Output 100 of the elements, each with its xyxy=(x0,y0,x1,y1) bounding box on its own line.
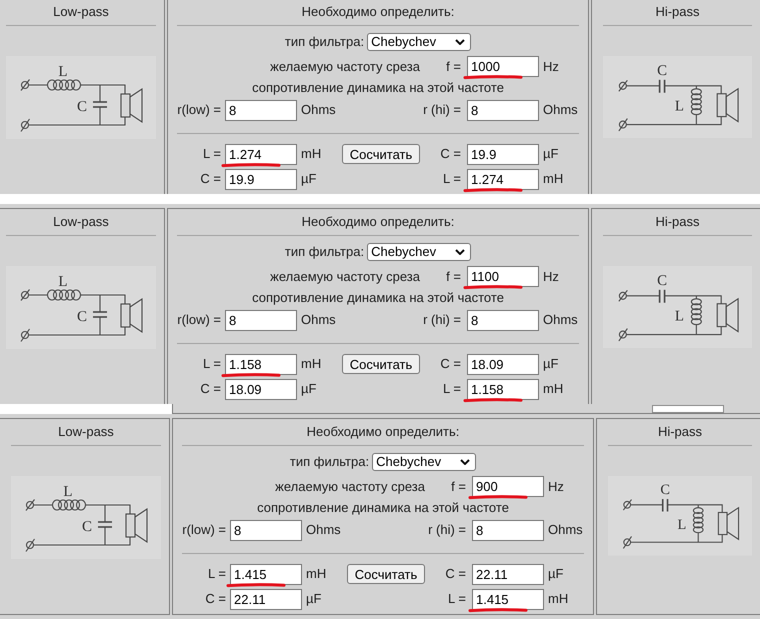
unit-label: µF xyxy=(548,566,564,582)
calculate-button[interactable]: Сосчитать xyxy=(342,354,420,374)
value-field[interactable]: 22.11 xyxy=(472,564,544,584)
field-label: r (hi) = xyxy=(423,102,461,118)
unit-label: mH xyxy=(543,171,564,187)
wire xyxy=(630,504,663,506)
unit-label: µF xyxy=(543,356,558,372)
filter-type-select[interactable]: Chebychev xyxy=(372,452,476,470)
value-field[interactable]: 18.09 xyxy=(225,378,297,400)
value-field[interactable]: 8 xyxy=(472,520,544,540)
calculate-button[interactable]: Сосчитать xyxy=(347,564,425,584)
speaker-icon xyxy=(120,298,143,334)
value-field[interactable]: 8 xyxy=(225,100,297,120)
value-field[interactable]: 19.9 xyxy=(225,168,297,190)
filter-type-select[interactable]: Chebychev xyxy=(367,242,472,260)
unit-label: Ohms xyxy=(306,522,341,538)
value-field[interactable]: 1.274 xyxy=(467,168,539,190)
inductor-coil xyxy=(692,504,704,542)
unit-label: µF xyxy=(306,591,322,607)
caption-text: желаемую частоту среза xyxy=(270,268,420,284)
field-label: C = xyxy=(440,356,461,372)
value-field[interactable]: 8 xyxy=(225,310,297,330)
field-label: тип фильтра: xyxy=(284,244,364,260)
value-field[interactable]: 1.415 xyxy=(230,564,302,584)
chevron-down-icon xyxy=(455,38,466,44)
inductor-coil xyxy=(690,86,702,125)
speaker-icon xyxy=(716,298,739,333)
value-field[interactable]: 1.415 xyxy=(472,588,544,610)
text-field[interactable] xyxy=(652,405,724,413)
value-field[interactable]: 1000 xyxy=(467,56,539,77)
chevron-down-icon xyxy=(455,248,466,254)
field-label: тип фильтра: xyxy=(290,454,370,470)
wire xyxy=(82,294,126,304)
capacitor-label: C xyxy=(657,272,668,289)
value-field[interactable]: 8 xyxy=(467,100,539,120)
section-title: Необходимо определить: xyxy=(302,4,454,20)
capacitor-symbol xyxy=(93,85,107,125)
terminal-icon xyxy=(20,79,30,91)
capacitor-label: C xyxy=(77,309,87,325)
value-field[interactable]: 1.158 xyxy=(225,354,297,374)
unit-label: µF xyxy=(301,381,316,397)
field-label: L = xyxy=(203,356,221,372)
value-field[interactable]: 8 xyxy=(230,520,302,540)
section-title: Low-pass xyxy=(53,4,109,20)
value-field[interactable]: 18.09 xyxy=(467,354,539,374)
value-field[interactable]: 900 xyxy=(472,476,544,497)
value-field[interactable]: 19.9 xyxy=(467,144,539,164)
value-field[interactable]: 22.11 xyxy=(230,588,302,610)
section-title: Hi-pass xyxy=(655,214,700,230)
section-title: Low-pass xyxy=(58,424,114,440)
value-field[interactable]: 1100 xyxy=(467,266,539,287)
unit-label: mH xyxy=(306,566,326,582)
unit-label: Hz xyxy=(543,58,559,74)
value-field[interactable]: 1.158 xyxy=(467,378,539,400)
terminal-icon xyxy=(622,499,632,510)
unit-label: Hz xyxy=(543,268,559,284)
wire xyxy=(34,504,52,506)
field-label: C = xyxy=(205,591,226,607)
capacitor-label: C xyxy=(77,99,87,115)
wire xyxy=(28,84,48,86)
unit-label: mH xyxy=(301,356,322,372)
capacitor-symbol xyxy=(658,290,666,303)
speaker-icon xyxy=(716,88,739,123)
terminal-icon xyxy=(20,328,30,342)
inductor-label: L xyxy=(63,484,73,500)
terminal-icon xyxy=(622,536,632,549)
calculate-button[interactable]: Сосчитать xyxy=(342,144,420,164)
field-label: r(low) = xyxy=(182,522,226,538)
terminal-icon xyxy=(26,538,35,552)
unit-label: Ohms xyxy=(301,102,336,118)
field-label: L = xyxy=(443,171,461,187)
field-label: L = xyxy=(203,146,221,162)
field-label: тип фильтра: xyxy=(284,34,364,50)
field-label: f = xyxy=(446,268,461,284)
capacitor-symbol xyxy=(93,295,107,335)
speaker-icon xyxy=(718,506,740,540)
terminal-icon xyxy=(618,328,628,342)
capacitor-label: C xyxy=(82,519,92,535)
section-title: Необходимо определить: xyxy=(306,424,460,440)
unit-label: µF xyxy=(301,171,316,187)
speaker-icon xyxy=(125,508,148,544)
capacitor-label: C xyxy=(660,482,670,498)
field-label: C = xyxy=(200,171,221,187)
wire xyxy=(626,85,660,86)
inductor-label: L xyxy=(674,308,684,325)
inductor-coil xyxy=(46,289,82,301)
capacitor-symbol xyxy=(662,499,668,512)
filter-type-select[interactable]: Chebychev xyxy=(367,32,472,50)
field-label: r(low) = xyxy=(177,102,221,118)
caption-text: желаемую частоту среза xyxy=(275,478,425,494)
wire xyxy=(668,504,723,512)
field-label: C = xyxy=(445,566,466,582)
unit-label: mH xyxy=(543,381,564,397)
terminal-icon xyxy=(618,118,628,132)
capacitor-symbol xyxy=(98,505,112,545)
inductor-coil xyxy=(52,499,87,511)
section-title: Hi-pass xyxy=(658,424,702,440)
value-field[interactable]: 8 xyxy=(467,310,539,330)
inductor-coil xyxy=(46,79,82,91)
value-field[interactable]: 1.274 xyxy=(225,144,297,164)
